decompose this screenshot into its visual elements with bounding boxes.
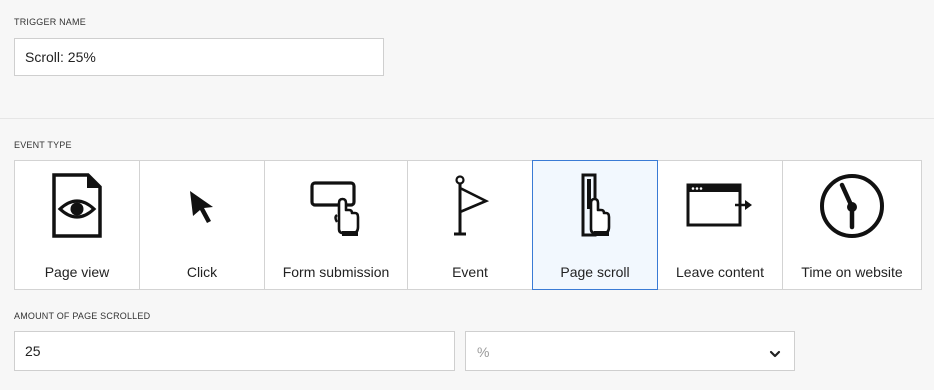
flag-icon xyxy=(408,173,532,239)
page-scroll-icon xyxy=(533,173,657,239)
trigger-name-input[interactable] xyxy=(14,38,384,76)
event-type-leave-content[interactable]: Leave content xyxy=(657,160,783,290)
form-submission-icon xyxy=(265,173,407,239)
event-type-time-on-website[interactable]: Time on website xyxy=(782,160,922,290)
event-type-label-page-view: Page view xyxy=(44,264,110,280)
trigger-name-label: TRIGGER NAME xyxy=(14,17,86,27)
page-view-icon xyxy=(15,173,139,239)
clock-icon xyxy=(783,173,921,239)
event-type-label-form-submission: Form submission xyxy=(282,264,390,280)
event-type-label-event: Event xyxy=(452,264,488,280)
amount-scrolled-label: AMOUNT OF PAGE SCROLLED xyxy=(14,311,151,321)
section-divider xyxy=(0,118,934,119)
event-type-list: Page view Click Form submission Event Pa… xyxy=(14,160,922,290)
cursor-icon xyxy=(140,173,264,239)
event-type-event[interactable]: Event xyxy=(407,160,533,290)
event-type-label-click: Click xyxy=(186,264,218,280)
event-type-label-time-on-website: Time on website xyxy=(801,264,903,280)
chevron-down-icon xyxy=(769,346,781,364)
scroll-unit-select[interactable]: % xyxy=(465,331,795,371)
event-type-form-submission[interactable]: Form submission xyxy=(264,160,408,290)
event-type-label-leave-content: Leave content xyxy=(676,264,764,280)
scroll-unit-value: % xyxy=(477,344,490,360)
event-type-page-view[interactable]: Page view xyxy=(14,160,140,290)
event-type-label: EVENT TYPE xyxy=(14,140,72,150)
event-type-page-scroll[interactable]: Page scroll xyxy=(532,160,658,290)
event-type-click[interactable]: Click xyxy=(139,160,265,290)
event-type-label-page-scroll: Page scroll xyxy=(560,264,630,280)
amount-scrolled-input[interactable] xyxy=(14,331,455,371)
leave-content-icon xyxy=(658,173,782,239)
